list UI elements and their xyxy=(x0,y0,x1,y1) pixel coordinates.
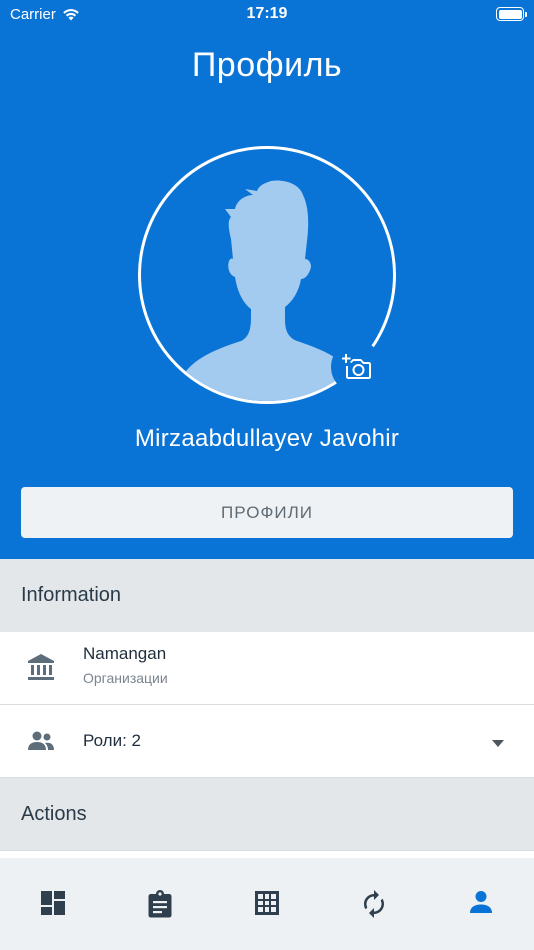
add-photo-icon xyxy=(342,354,371,379)
section-information: Information xyxy=(0,559,534,632)
organization-name: Namangan xyxy=(83,644,167,663)
bank-icon xyxy=(28,654,54,680)
roles-label: Роли: 2 xyxy=(83,731,141,750)
section-actions: Actions xyxy=(0,778,534,851)
grid-icon xyxy=(254,891,279,915)
change-photo-button[interactable] xyxy=(331,341,383,393)
status-bar: Carrier 17:19 xyxy=(0,0,534,30)
tab-grid[interactable] xyxy=(214,858,321,950)
tab-dashboard[interactable] xyxy=(0,858,107,950)
organization-label: Организации xyxy=(83,670,168,686)
person-icon xyxy=(469,891,492,913)
people-icon xyxy=(28,731,54,750)
status-time: 17:19 xyxy=(246,5,288,22)
user-name: Mirzaabdullayev Javohir xyxy=(134,425,400,452)
organization-row[interactable]: Namangan Организации xyxy=(0,632,534,705)
tab-bar xyxy=(0,858,534,950)
profiles-button[interactable]: ПРОФИЛИ xyxy=(21,487,513,538)
battery-icon xyxy=(496,7,527,21)
tab-profile[interactable] xyxy=(427,858,534,950)
dashboard-icon xyxy=(41,891,66,915)
tab-sync[interactable] xyxy=(320,858,427,950)
divider xyxy=(0,850,534,851)
roles-row[interactable]: Роли: 2 xyxy=(0,705,534,778)
tab-tasks[interactable] xyxy=(107,858,214,950)
sync-icon xyxy=(363,890,384,918)
chevron-down-icon[interactable] xyxy=(492,740,504,747)
clipboard-icon xyxy=(148,890,172,918)
profile-header: Carrier 17:19 Профиль Mirzaabdullayev Ja… xyxy=(0,0,534,559)
page-title: Профиль xyxy=(191,46,343,84)
